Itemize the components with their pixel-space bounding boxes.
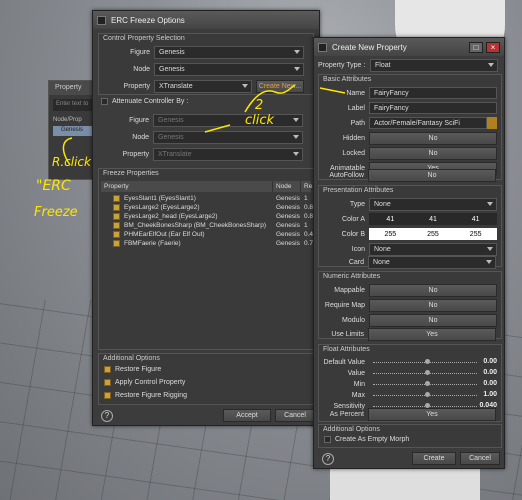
annotation-two: 2: [255, 98, 264, 113]
annotation-click: click: [245, 113, 275, 128]
annotation-erc: "ERC: [36, 178, 71, 194]
annotation-freeze: Freeze: [34, 205, 78, 220]
annotation-strokes: [62, 84, 346, 166]
annotation-r-click: R.click: [52, 155, 91, 169]
